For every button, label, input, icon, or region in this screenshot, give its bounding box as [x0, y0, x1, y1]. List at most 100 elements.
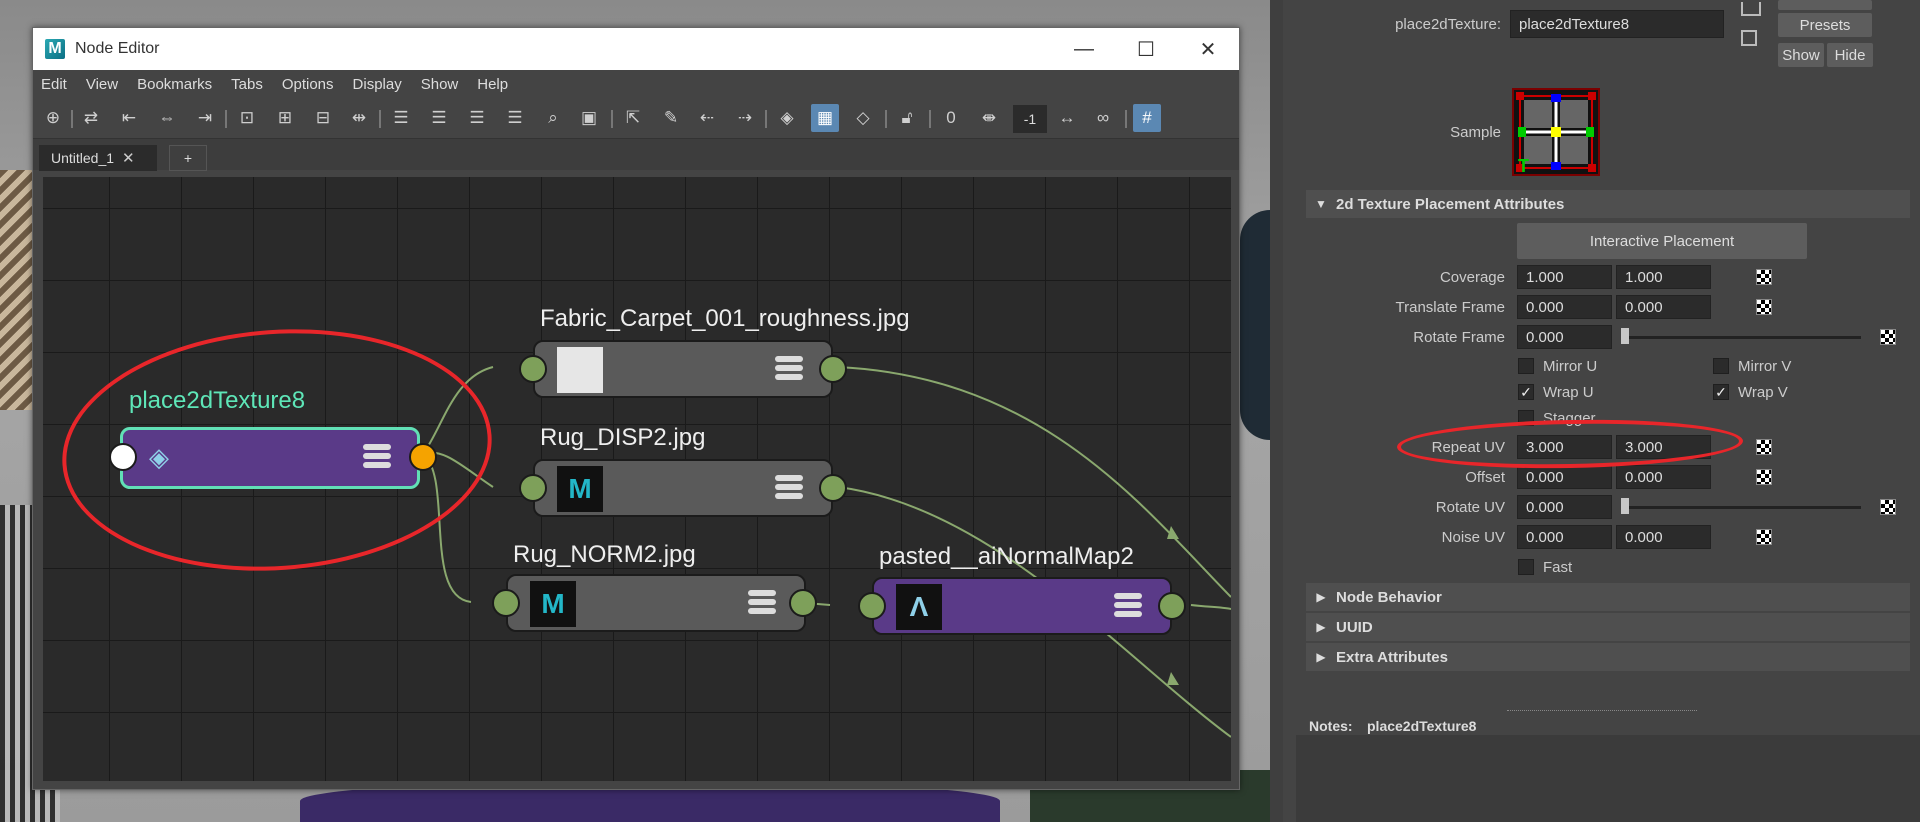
map-button-icon[interactable]: [1880, 329, 1896, 345]
expand-icon[interactable]: ⇼: [975, 104, 1003, 132]
chain-icon[interactable]: ∞: [1089, 104, 1117, 132]
rotate-frame-slider[interactable]: [1621, 336, 1861, 339]
section-uuid[interactable]: ▶ UUID: [1306, 613, 1910, 641]
notes-divider[interactable]: [1507, 710, 1697, 711]
map-button-icon[interactable]: [1756, 299, 1772, 315]
title-bar[interactable]: M Node Editor — ☐ ✕: [33, 28, 1239, 70]
layout-icon[interactable]: ⇹: [345, 104, 373, 132]
input-connections-icon[interactable]: ⇤: [115, 104, 143, 132]
spread-icon[interactable]: ↔: [1053, 104, 1081, 132]
section-2d-texture-placement[interactable]: ▼ 2d Texture Placement Attributes: [1306, 190, 1910, 218]
noise-u-field[interactable]: 0.000: [1517, 525, 1612, 549]
map-button-icon[interactable]: [1756, 529, 1772, 545]
wrap-u-checkbox[interactable]: ✓: [1518, 384, 1534, 400]
tab-untitled-1[interactable]: Untitled_1 ✕: [39, 145, 157, 171]
node-ai-normal-map[interactable]: Λ: [872, 577, 1172, 635]
tab-close-icon[interactable]: ✕: [122, 149, 135, 167]
top-button[interactable]: [1778, 0, 1872, 10]
rotate-uv-field[interactable]: 0.000: [1517, 495, 1612, 519]
slider-handle[interactable]: [1621, 328, 1629, 344]
frame-all-icon[interactable]: ⊡: [233, 104, 261, 132]
node-menu-icon[interactable]: [775, 475, 803, 501]
translate-frame-v-field[interactable]: 0.000: [1616, 295, 1711, 319]
node-rug-norm[interactable]: M: [506, 574, 806, 632]
menu-edit[interactable]: Edit: [41, 76, 67, 93]
back-icon[interactable]: ⇠: [693, 104, 721, 132]
coverage-v-field[interactable]: 1.000: [1616, 265, 1711, 289]
show-button[interactable]: Show: [1778, 43, 1824, 67]
minimize-icon[interactable]: —: [1053, 28, 1115, 70]
focus-icon[interactable]: [1741, 2, 1761, 16]
add-selected-icon[interactable]: ⊞: [271, 104, 299, 132]
map-button-icon[interactable]: [1756, 269, 1772, 285]
translate-frame-u-field[interactable]: 0.000: [1517, 295, 1612, 319]
node-fabric-carpet[interactable]: [533, 340, 833, 398]
node-menu-icon[interactable]: [748, 590, 776, 616]
interactive-placement-button[interactable]: Interactive Placement: [1517, 223, 1807, 259]
maximize-icon[interactable]: ☐: [1115, 28, 1177, 70]
input-port[interactable]: [519, 355, 547, 383]
menu-display[interactable]: Display: [353, 76, 402, 93]
close-icon[interactable]: ✕: [1177, 28, 1239, 70]
forward-icon[interactable]: ⇢: [731, 104, 759, 132]
output-port[interactable]: [1158, 592, 1186, 620]
pin-icon[interactable]: ⇱: [619, 104, 647, 132]
rotate-frame-field[interactable]: 0.000: [1517, 325, 1612, 349]
menu-options[interactable]: Options: [282, 76, 334, 93]
full-mode-icon[interactable]: ☰: [463, 104, 491, 132]
output-port[interactable]: [819, 355, 847, 383]
grid-icon[interactable]: #: [1133, 104, 1161, 132]
node-menu-icon[interactable]: [1114, 593, 1142, 619]
add-tab-button[interactable]: +: [169, 145, 207, 171]
menu-view[interactable]: View: [86, 76, 118, 93]
map-button-icon[interactable]: [1756, 439, 1772, 455]
coverage-u-field[interactable]: 1.000: [1517, 265, 1612, 289]
panel-splitter[interactable]: [1270, 0, 1283, 822]
edit-pin-icon[interactable]: ✎: [657, 104, 685, 132]
select-icon[interactable]: [1741, 30, 1757, 46]
mirror-u-checkbox[interactable]: [1518, 358, 1534, 374]
offset-u-field[interactable]: 0.000: [1517, 465, 1612, 489]
menu-help[interactable]: Help: [477, 76, 508, 93]
remove-selected-icon[interactable]: ⊟: [309, 104, 337, 132]
notes-text-area[interactable]: [1296, 735, 1920, 822]
input-port[interactable]: [492, 589, 520, 617]
simple-mode-icon[interactable]: ☰: [387, 104, 415, 132]
section-extra-attributes[interactable]: ▶ Extra Attributes: [1306, 643, 1910, 671]
map-button-icon[interactable]: [1756, 469, 1772, 485]
menu-bookmarks[interactable]: Bookmarks: [137, 76, 212, 93]
swatch-icon[interactable]: ▦: [811, 104, 839, 132]
presets-button[interactable]: Presets: [1778, 13, 1872, 37]
node-rug-disp[interactable]: M: [533, 459, 833, 517]
step-field[interactable]: -1: [1013, 105, 1047, 133]
swap-arrows-icon[interactable]: ⇄: [77, 104, 105, 132]
output-port[interactable]: [789, 589, 817, 617]
search-icon[interactable]: ⌕: [539, 104, 567, 132]
offset-v-field[interactable]: 0.000: [1616, 465, 1711, 489]
menu-tabs[interactable]: Tabs: [231, 76, 263, 93]
input-port[interactable]: [519, 474, 547, 502]
noise-v-field[interactable]: 0.000: [1616, 525, 1711, 549]
custom-mode-icon[interactable]: ☰: [501, 104, 529, 132]
graph-icon[interactable]: ▣: [575, 104, 603, 132]
input-output-icon[interactable]: ⇔: [153, 104, 181, 132]
fast-checkbox[interactable]: [1518, 559, 1534, 575]
slider-handle[interactable]: [1621, 498, 1629, 514]
mirror-v-checkbox[interactable]: [1713, 358, 1729, 374]
rotate-uv-slider[interactable]: [1621, 506, 1861, 509]
add-node-icon[interactable]: ⊕: [39, 104, 67, 132]
node-menu-icon[interactable]: [775, 356, 803, 382]
node-name-field[interactable]: place2dTexture8: [1510, 10, 1724, 38]
map-button-icon[interactable]: [1880, 499, 1896, 515]
shader-icon[interactable]: ◈: [773, 104, 801, 132]
output-port[interactable]: [819, 474, 847, 502]
section-node-behavior[interactable]: ▶ Node Behavior: [1306, 583, 1910, 611]
connected-mode-icon[interactable]: ☰: [425, 104, 453, 132]
zero-icon[interactable]: 0: [937, 104, 965, 132]
lock-icon[interactable]: 🔓︎: [893, 104, 921, 132]
output-connections-icon[interactable]: ⇥: [191, 104, 219, 132]
wrap-v-checkbox[interactable]: ✓: [1713, 384, 1729, 400]
input-port[interactable]: [858, 592, 886, 620]
menu-show[interactable]: Show: [421, 76, 459, 93]
hide-button[interactable]: Hide: [1827, 43, 1873, 67]
